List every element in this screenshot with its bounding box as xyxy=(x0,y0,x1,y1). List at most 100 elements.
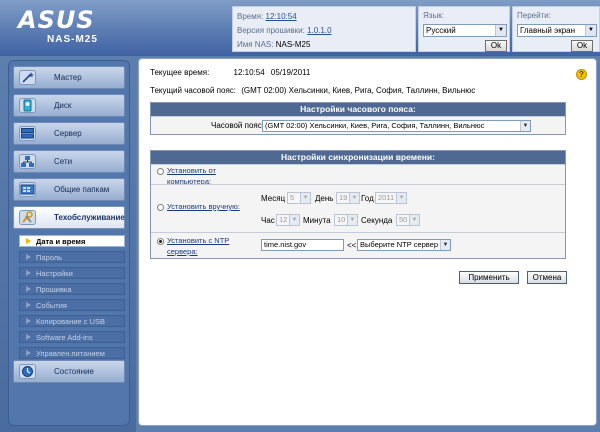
goto-select[interactable]: Главный экран ▼ xyxy=(517,24,597,37)
subitem-label: Пароль xyxy=(36,253,63,262)
subitem-password[interactable]: Пароль xyxy=(19,251,125,263)
language-ok-button[interactable]: Ok xyxy=(485,40,507,52)
model-name: NAS-M25 xyxy=(47,34,98,45)
chevron-down-icon: ▼ xyxy=(349,193,359,203)
arrow-right-icon xyxy=(26,286,31,292)
language-label: Язык: xyxy=(423,11,444,20)
chevron-down-icon: ▼ xyxy=(495,25,506,36)
month-label: Месяц xyxy=(261,194,286,203)
time-sync-section: Настройки синхронизации времени: Установ… xyxy=(150,150,566,259)
second-label: Секунда xyxy=(361,216,393,225)
folder-icon xyxy=(19,182,36,197)
arrow-right-icon xyxy=(26,302,31,308)
subitem-software-addins[interactable]: Software Add-ins xyxy=(19,331,125,343)
nas-name-label: Имя NAS: xyxy=(237,40,274,49)
goto-label: Перейти: xyxy=(517,11,551,20)
sync-computer-row: Установить от компьютера: xyxy=(151,164,565,186)
current-tz-label: Текущий часовой пояс: xyxy=(150,86,237,95)
sidebar-item-label: Диск xyxy=(54,101,72,110)
sidebar-menu: Мастер Диск Сервер Сети Общие папкам Тех… xyxy=(8,60,130,426)
sidebar-item-label: Сети xyxy=(54,157,73,166)
help-icon[interactable]: ? xyxy=(576,69,587,80)
minute-select[interactable]: 10 ▼ xyxy=(334,214,358,226)
manual-option-label[interactable]: Установить вручную: xyxy=(167,201,240,212)
system-info-panel: Время: 12:10:54 Версия прошивки: 1.0.1.0… xyxy=(232,6,416,52)
firmware-info: Версия прошивки: 1.0.1.0 xyxy=(237,26,332,35)
sidebar-item-maintenance[interactable]: Техобслуживание xyxy=(13,206,125,229)
year-select[interactable]: 2011 ▼ xyxy=(375,192,407,204)
year-select-value: 2011 xyxy=(378,193,395,202)
ntp-radio[interactable] xyxy=(157,238,164,245)
apply-button[interactable]: Применить xyxy=(459,271,519,284)
month-select-value: 5 xyxy=(290,193,295,202)
ntp-option-label[interactable]: Установить с NTP сервера: xyxy=(167,235,251,257)
language-select[interactable]: Русский ▼ xyxy=(423,24,507,37)
time-link[interactable]: 12:10:54 xyxy=(266,12,297,21)
main-content: Текущее время: 12:10:54 05/19/2011 Текущ… xyxy=(138,58,597,426)
manual-radio[interactable] xyxy=(157,204,164,211)
chevron-down-icon: ▼ xyxy=(585,25,596,36)
hour-label: Час xyxy=(261,216,275,225)
sidebar-item-label: Сервер xyxy=(54,129,82,138)
computer-radio[interactable] xyxy=(157,168,164,175)
minute-select-value: 10 xyxy=(337,215,346,224)
sidebar-item-shared-folders[interactable]: Общие папкам xyxy=(13,178,125,201)
tools-icon xyxy=(19,210,36,225)
month-select[interactable]: 5 ▼ xyxy=(287,192,311,204)
time-sync-section-title: Настройки синхронизации времени: xyxy=(151,151,565,164)
subitem-firmware[interactable]: Прошивка xyxy=(19,283,125,295)
nas-name-value: NAS-M25 xyxy=(275,40,311,49)
goto-panel: Перейти: Главный экран ▼ Ok xyxy=(512,6,600,52)
subitem-label: События xyxy=(36,301,67,310)
timezone-section: Настройки часового пояса: Часовой пояс: … xyxy=(150,102,566,135)
chevron-down-icon: ▼ xyxy=(520,121,530,131)
logo: ASUS NAS-M25 xyxy=(0,0,136,56)
timezone-select[interactable]: (GMT 02:00) Хельсинки, Киев, Рига, София… xyxy=(262,120,531,132)
chevron-down-icon: ▼ xyxy=(396,193,406,203)
sidebar-item-disk[interactable]: Диск xyxy=(13,94,125,117)
subitem-label: Копирование с USB xyxy=(36,317,106,326)
second-select[interactable]: 50 ▼ xyxy=(396,214,420,226)
language-select-value: Русский xyxy=(426,26,456,35)
firmware-label: Версия прошивки: xyxy=(237,26,305,35)
ntp-server-select[interactable]: Выберите NTP сервер ▼ xyxy=(357,239,451,251)
current-time: Текущее время: 12:10:54 05/19/2011 xyxy=(150,68,310,77)
ntp-server-input[interactable]: time.nist.gov xyxy=(261,239,344,251)
sidebar-item-status[interactable]: Состояние xyxy=(13,360,125,383)
chevron-down-icon: ▼ xyxy=(300,193,310,203)
sidebar-item-wizard[interactable]: Мастер xyxy=(13,66,125,89)
current-timezone: Текущий часовой пояс: (GMT 02:00) Хельси… xyxy=(150,86,475,95)
sync-manual-row: Установить вручную: Месяц 5 ▼ День 19 ▼ … xyxy=(151,184,565,232)
goto-select-value: Главный экран xyxy=(520,26,576,35)
firmware-link[interactable]: 1.0.1.0 xyxy=(307,26,331,35)
subitem-events[interactable]: События xyxy=(19,299,125,311)
sidebar: Мастер Диск Сервер Сети Общие папкам Тех… xyxy=(0,56,136,432)
timezone-select-value: (GMT 02:00) Хельсинки, Киев, Рига, София… xyxy=(265,121,485,130)
subitem-label: Прошивка xyxy=(36,285,72,294)
arrow-right-icon xyxy=(26,318,31,324)
sync-ntp-row: Установить с NTP сервера: time.nist.gov … xyxy=(151,232,565,258)
subitem-power-management[interactable]: Управлен.питанием xyxy=(19,347,125,359)
subitem-date-time[interactable]: Дата и время xyxy=(19,235,125,247)
subitem-usb-copy[interactable]: Копирование с USB xyxy=(19,315,125,327)
cancel-button[interactable]: Отмена xyxy=(527,271,567,284)
chevron-down-icon: ▼ xyxy=(409,215,419,225)
subitem-label: Дата и время xyxy=(36,237,86,246)
timezone-row: Часовой пояс: (GMT 02:00) Хельсинки, Кие… xyxy=(151,116,565,134)
minute-label: Минута xyxy=(303,216,331,225)
timezone-label: Часовой пояс: xyxy=(211,121,264,130)
nas-name-info: Имя NAS: NAS-M25 xyxy=(237,40,310,49)
server-icon xyxy=(19,126,36,141)
sidebar-item-server[interactable]: Сервер xyxy=(13,122,125,145)
subitem-settings[interactable]: Настройки xyxy=(19,267,125,279)
time-label: Время: xyxy=(237,12,264,21)
sidebar-item-label: Техобслуживание xyxy=(54,213,125,222)
goto-ok-button[interactable]: Ok xyxy=(571,40,593,52)
hour-select[interactable]: 12 ▼ xyxy=(276,214,300,226)
sidebar-item-label: Состояние xyxy=(54,367,94,376)
sidebar-item-network[interactable]: Сети xyxy=(13,150,125,173)
year-label: Год xyxy=(361,194,374,203)
subitem-label: Software Add-ins xyxy=(36,333,93,342)
day-select[interactable]: 19 ▼ xyxy=(336,192,360,204)
hour-select-value: 12 xyxy=(279,215,288,224)
